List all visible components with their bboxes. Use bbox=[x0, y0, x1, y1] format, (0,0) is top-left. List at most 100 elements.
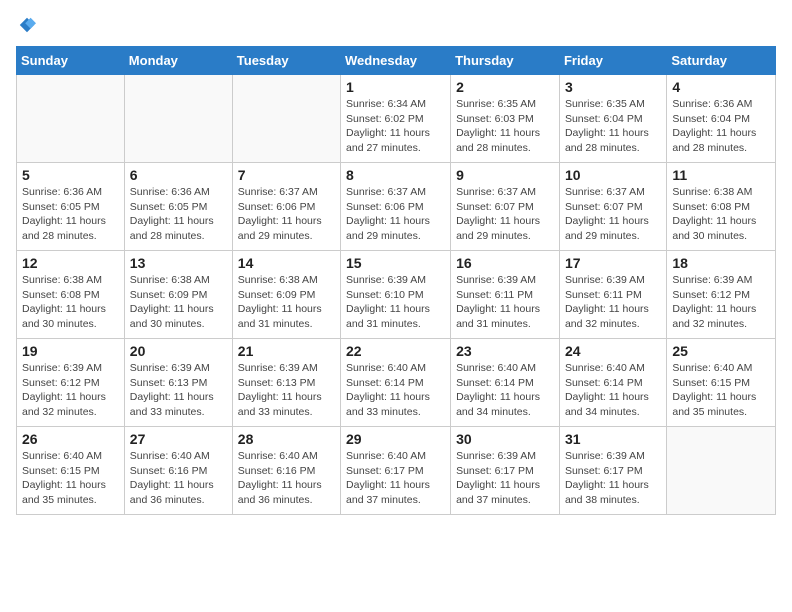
page-header bbox=[16, 16, 776, 34]
day-number: 7 bbox=[238, 167, 335, 183]
day-number: 24 bbox=[565, 343, 661, 359]
calendar-cell: 9 Sunrise: 6:37 AM Sunset: 6:07 PM Daylig… bbox=[451, 163, 560, 251]
day-info: Sunrise: 6:35 AM Sunset: 6:04 PM Dayligh… bbox=[565, 97, 661, 156]
day-number: 1 bbox=[346, 79, 445, 95]
day-number: 8 bbox=[346, 167, 445, 183]
day-info: Sunrise: 6:37 AM Sunset: 6:06 PM Dayligh… bbox=[238, 185, 335, 244]
day-number: 2 bbox=[456, 79, 554, 95]
calendar-week-row: 1 Sunrise: 6:34 AM Sunset: 6:02 PM Daylig… bbox=[17, 75, 776, 163]
day-info: Sunrise: 6:36 AM Sunset: 6:05 PM Dayligh… bbox=[22, 185, 119, 244]
day-info: Sunrise: 6:40 AM Sunset: 6:14 PM Dayligh… bbox=[346, 361, 445, 420]
day-number: 26 bbox=[22, 431, 119, 447]
day-number: 10 bbox=[565, 167, 661, 183]
day-info: Sunrise: 6:38 AM Sunset: 6:08 PM Dayligh… bbox=[672, 185, 770, 244]
day-header-thursday: Thursday bbox=[451, 47, 560, 75]
day-number: 17 bbox=[565, 255, 661, 271]
day-info: Sunrise: 6:38 AM Sunset: 6:08 PM Dayligh… bbox=[22, 273, 119, 332]
day-number: 6 bbox=[130, 167, 227, 183]
day-info: Sunrise: 6:39 AM Sunset: 6:17 PM Dayligh… bbox=[565, 449, 661, 508]
day-number: 28 bbox=[238, 431, 335, 447]
day-number: 9 bbox=[456, 167, 554, 183]
calendar-cell: 23 Sunrise: 6:40 AM Sunset: 6:14 PM Dayli… bbox=[451, 339, 560, 427]
day-number: 15 bbox=[346, 255, 445, 271]
day-number: 16 bbox=[456, 255, 554, 271]
calendar-cell: 13 Sunrise: 6:38 AM Sunset: 6:09 PM Dayli… bbox=[124, 251, 232, 339]
calendar-cell: 10 Sunrise: 6:37 AM Sunset: 6:07 PM Dayli… bbox=[559, 163, 666, 251]
day-header-saturday: Saturday bbox=[667, 47, 776, 75]
day-header-sunday: Sunday bbox=[17, 47, 125, 75]
calendar-cell bbox=[667, 427, 776, 515]
day-number: 5 bbox=[22, 167, 119, 183]
day-info: Sunrise: 6:39 AM Sunset: 6:17 PM Dayligh… bbox=[456, 449, 554, 508]
day-info: Sunrise: 6:39 AM Sunset: 6:11 PM Dayligh… bbox=[456, 273, 554, 332]
calendar-table: SundayMondayTuesdayWednesdayThursdayFrid… bbox=[16, 46, 776, 515]
day-number: 18 bbox=[672, 255, 770, 271]
day-number: 25 bbox=[672, 343, 770, 359]
calendar-cell: 29Sunrise: 6:40 AM Sunset: 6:17 PM Dayli… bbox=[341, 427, 451, 515]
day-info: Sunrise: 6:36 AM Sunset: 6:04 PM Dayligh… bbox=[672, 97, 770, 156]
day-info: Sunrise: 6:40 AM Sunset: 6:15 PM Dayligh… bbox=[22, 449, 119, 508]
day-header-monday: Monday bbox=[124, 47, 232, 75]
day-number: 11 bbox=[672, 167, 770, 183]
calendar-header-row: SundayMondayTuesdayWednesdayThursdayFrid… bbox=[17, 47, 776, 75]
day-number: 21 bbox=[238, 343, 335, 359]
logo bbox=[16, 16, 36, 34]
day-info: Sunrise: 6:38 AM Sunset: 6:09 PM Dayligh… bbox=[130, 273, 227, 332]
day-info: Sunrise: 6:40 AM Sunset: 6:15 PM Dayligh… bbox=[672, 361, 770, 420]
calendar-cell: 8 Sunrise: 6:37 AM Sunset: 6:06 PM Daylig… bbox=[341, 163, 451, 251]
day-info: Sunrise: 6:39 AM Sunset: 6:11 PM Dayligh… bbox=[565, 273, 661, 332]
calendar-week-row: 19 Sunrise: 6:39 AM Sunset: 6:12 PM Dayli… bbox=[17, 339, 776, 427]
day-number: 23 bbox=[456, 343, 554, 359]
calendar-cell: 21Sunrise: 6:39 AM Sunset: 6:13 PM Dayli… bbox=[232, 339, 340, 427]
calendar-cell: 30 Sunrise: 6:39 AM Sunset: 6:17 PM Dayli… bbox=[451, 427, 560, 515]
day-info: Sunrise: 6:37 AM Sunset: 6:06 PM Dayligh… bbox=[346, 185, 445, 244]
calendar-cell bbox=[232, 75, 340, 163]
day-info: Sunrise: 6:39 AM Sunset: 6:12 PM Dayligh… bbox=[672, 273, 770, 332]
day-info: Sunrise: 6:39 AM Sunset: 6:10 PM Dayligh… bbox=[346, 273, 445, 332]
calendar-cell: 11 Sunrise: 6:38 AM Sunset: 6:08 PM Dayli… bbox=[667, 163, 776, 251]
day-header-wednesday: Wednesday bbox=[341, 47, 451, 75]
day-number: 30 bbox=[456, 431, 554, 447]
day-info: Sunrise: 6:39 AM Sunset: 6:13 PM Dayligh… bbox=[130, 361, 227, 420]
day-number: 20 bbox=[130, 343, 227, 359]
calendar-cell: 1 Sunrise: 6:34 AM Sunset: 6:02 PM Daylig… bbox=[341, 75, 451, 163]
calendar-cell: 25 Sunrise: 6:40 AM Sunset: 6:15 PM Dayli… bbox=[667, 339, 776, 427]
calendar-cell: 14Sunrise: 6:38 AM Sunset: 6:09 PM Dayli… bbox=[232, 251, 340, 339]
day-number: 19 bbox=[22, 343, 119, 359]
calendar-cell: 26 Sunrise: 6:40 AM Sunset: 6:15 PM Dayli… bbox=[17, 427, 125, 515]
day-info: Sunrise: 6:37 AM Sunset: 6:07 PM Dayligh… bbox=[456, 185, 554, 244]
calendar-cell bbox=[17, 75, 125, 163]
calendar-week-row: 26 Sunrise: 6:40 AM Sunset: 6:15 PM Dayli… bbox=[17, 427, 776, 515]
calendar-cell: 31 Sunrise: 6:39 AM Sunset: 6:17 PM Dayli… bbox=[559, 427, 666, 515]
calendar-cell: 16 Sunrise: 6:39 AM Sunset: 6:11 PM Dayli… bbox=[451, 251, 560, 339]
day-info: Sunrise: 6:40 AM Sunset: 6:16 PM Dayligh… bbox=[130, 449, 227, 508]
day-number: 12 bbox=[22, 255, 119, 271]
calendar-cell: 2Sunrise: 6:35 AM Sunset: 6:03 PM Daylig… bbox=[451, 75, 560, 163]
calendar-cell: 18 Sunrise: 6:39 AM Sunset: 6:12 PM Dayli… bbox=[667, 251, 776, 339]
calendar-cell: 4 Sunrise: 6:36 AM Sunset: 6:04 PM Daylig… bbox=[667, 75, 776, 163]
day-number: 13 bbox=[130, 255, 227, 271]
calendar-cell: 28 Sunrise: 6:40 AM Sunset: 6:16 PM Dayli… bbox=[232, 427, 340, 515]
calendar-cell: 27Sunrise: 6:40 AM Sunset: 6:16 PM Dayli… bbox=[124, 427, 232, 515]
day-info: Sunrise: 6:40 AM Sunset: 6:17 PM Dayligh… bbox=[346, 449, 445, 508]
calendar-cell: 7 Sunrise: 6:37 AM Sunset: 6:06 PM Daylig… bbox=[232, 163, 340, 251]
day-number: 31 bbox=[565, 431, 661, 447]
day-info: Sunrise: 6:34 AM Sunset: 6:02 PM Dayligh… bbox=[346, 97, 445, 156]
calendar-cell: 19 Sunrise: 6:39 AM Sunset: 6:12 PM Dayli… bbox=[17, 339, 125, 427]
day-info: Sunrise: 6:37 AM Sunset: 6:07 PM Dayligh… bbox=[565, 185, 661, 244]
day-number: 22 bbox=[346, 343, 445, 359]
calendar-cell bbox=[124, 75, 232, 163]
day-info: Sunrise: 6:39 AM Sunset: 6:12 PM Dayligh… bbox=[22, 361, 119, 420]
day-info: Sunrise: 6:40 AM Sunset: 6:16 PM Dayligh… bbox=[238, 449, 335, 508]
logo-icon bbox=[18, 16, 36, 34]
day-info: Sunrise: 6:40 AM Sunset: 6:14 PM Dayligh… bbox=[456, 361, 554, 420]
calendar-cell: 3 Sunrise: 6:35 AM Sunset: 6:04 PM Daylig… bbox=[559, 75, 666, 163]
day-header-tuesday: Tuesday bbox=[232, 47, 340, 75]
calendar-cell: 24Sunrise: 6:40 AM Sunset: 6:14 PM Dayli… bbox=[559, 339, 666, 427]
day-number: 4 bbox=[672, 79, 770, 95]
day-number: 14 bbox=[238, 255, 335, 271]
day-number: 3 bbox=[565, 79, 661, 95]
calendar-week-row: 5 Sunrise: 6:36 AM Sunset: 6:05 PM Daylig… bbox=[17, 163, 776, 251]
calendar-cell: 15 Sunrise: 6:39 AM Sunset: 6:10 PM Dayli… bbox=[341, 251, 451, 339]
calendar-cell: 22 Sunrise: 6:40 AM Sunset: 6:14 PM Dayli… bbox=[341, 339, 451, 427]
